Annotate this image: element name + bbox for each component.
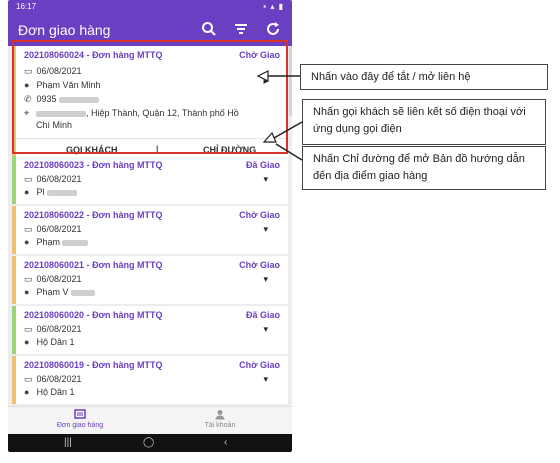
- callout-toggle: Nhấn vào đây để tắt / mở liên hệ: [300, 64, 548, 90]
- arrow-to-route: [275, 143, 303, 161]
- arrow-to-toggle: [256, 70, 300, 82]
- callout-call: Nhấn gọi khách sẽ liên kết số điện thoại…: [302, 99, 546, 145]
- arrow-to-call: [262, 121, 303, 143]
- callout-route: Nhấn Chỉ đường để mở Bản đồ hướng dẫn đế…: [302, 146, 546, 190]
